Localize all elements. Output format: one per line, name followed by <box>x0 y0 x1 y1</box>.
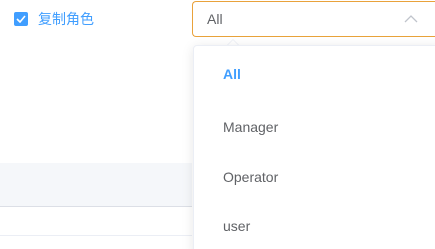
copy-role-checkbox[interactable]: 复制角色 <box>14 9 94 29</box>
role-select[interactable]: All <box>192 1 435 37</box>
role-dropdown-menu: All Manager Operator user <box>193 45 435 249</box>
check-icon <box>16 15 26 23</box>
role-select-value: All <box>207 11 223 27</box>
option-user[interactable]: user <box>223 218 250 234</box>
option-all[interactable]: All <box>223 66 241 82</box>
table-header-row <box>0 163 192 207</box>
option-operator[interactable]: Operator <box>223 169 278 185</box>
table-divider <box>0 235 192 236</box>
copy-role-label: 复制角色 <box>38 12 94 28</box>
option-manager[interactable]: Manager <box>223 119 278 135</box>
chevron-up-icon[interactable] <box>404 14 418 24</box>
checkbox-box[interactable] <box>14 12 28 26</box>
page: 复制角色 All All Manager Operator user <box>0 0 435 249</box>
